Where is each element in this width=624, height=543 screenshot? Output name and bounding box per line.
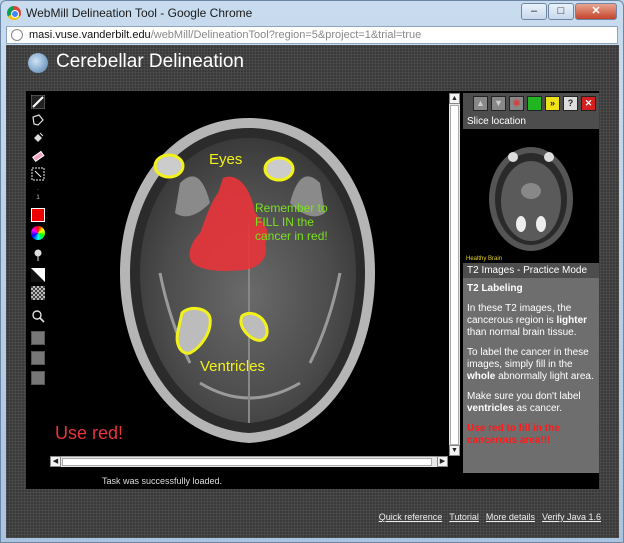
next-button[interactable]: » — [545, 96, 560, 111]
disabled-tool-3-icon[interactable] — [31, 371, 45, 385]
eraser-icon[interactable] — [31, 149, 45, 163]
remember-line-3: cancer in red! — [255, 229, 328, 243]
more-details-link[interactable]: More details — [486, 512, 535, 522]
scroll-right-button[interactable]: ▶ — [437, 456, 448, 467]
brush-dot: · — [37, 187, 39, 193]
right-panel: ▲ ▼ ✱ » ? ✕ Slice location Healthy Brain… — [463, 93, 599, 473]
p2-text-b: abnormally light area. — [495, 371, 594, 382]
quick-reference-link[interactable]: Quick reference — [379, 512, 443, 522]
brush-size-indicator[interactable]: · 1 — [31, 186, 45, 204]
fill-bucket-icon[interactable] — [31, 131, 45, 145]
p1-bold: lighter — [556, 315, 588, 326]
close-window-button[interactable]: ✕ — [575, 3, 617, 20]
p2-text-a: To label the cancer in these images, sim… — [467, 347, 589, 370]
zoom-icon[interactable] — [31, 309, 45, 323]
address-bar[interactable]: masi.vuse.vanderbilt.edu/webMill/Delinea… — [6, 26, 618, 44]
use-red-label: Use red! — [55, 423, 123, 443]
disabled-tool-2-icon[interactable] — [31, 351, 45, 365]
p3-bold: ventricles — [467, 403, 514, 414]
slice-up-button[interactable]: ▲ — [473, 96, 488, 111]
current-color-swatch[interactable] — [31, 208, 45, 222]
slice-location-thumbnail[interactable]: Healthy Brain — [463, 129, 599, 263]
mark-slice-button[interactable]: ✱ — [509, 96, 524, 111]
scroll-up-button[interactable]: ▲ — [449, 93, 460, 104]
horizontal-scroll-thumb[interactable] — [62, 458, 432, 466]
p3-text-a: Make sure you don't label — [467, 391, 581, 402]
instructions-heading: T2 Labeling — [467, 283, 523, 294]
instruction-paragraph-1: In these T2 images, the cancerous region… — [467, 303, 595, 339]
p3-text-b: as cancer. — [513, 403, 563, 414]
mode-label: T2 Images - Practice Mode — [467, 265, 588, 276]
delineation-workspace: · 1 Eyes Remember to FILL IN the cancer … — [26, 91, 599, 473]
status-bar: Task was successfully loaded. — [26, 473, 599, 489]
contrast-icon[interactable] — [31, 268, 45, 282]
status-message: Task was successfully loaded. — [102, 476, 223, 486]
minimize-button[interactable]: – — [521, 3, 547, 20]
url-host: masi.vuse.vanderbilt.edu — [29, 29, 151, 41]
pencil-tool-icon[interactable] — [31, 95, 45, 109]
p2-bold: whole — [467, 371, 496, 382]
footer-links: Quick reference Tutorial More details Ve… — [379, 512, 601, 522]
scroll-left-button[interactable]: ◀ — [50, 456, 61, 467]
save-green-button[interactable] — [527, 96, 542, 111]
remember-line-1: Remember to — [255, 201, 328, 215]
panel-button-row: ▲ ▼ ✱ » ? ✕ — [473, 96, 596, 111]
app-logo-icon — [28, 53, 48, 73]
transparency-icon[interactable] — [31, 286, 45, 300]
p1-text-b: than normal brain tissue. — [467, 327, 577, 338]
chrome-logo-icon — [7, 6, 21, 20]
maximize-button[interactable]: □ — [548, 3, 574, 20]
title-bar: WebMill Delineation Tool - Google Chrome… — [1, 1, 623, 25]
scroll-down-button[interactable]: ▼ — [449, 445, 460, 456]
red-fill-warning: Use red to fill in the cancerous area!!! — [467, 423, 560, 446]
page-content: Cerebellar Delineation · 1 Eyes Remember… — [6, 45, 619, 538]
vertical-scroll-thumb[interactable] — [450, 105, 459, 445]
url-text[interactable]: masi.vuse.vanderbilt.edu/webMill/Delinea… — [29, 29, 421, 41]
url-path: /webMill/DelineationTool?region=5&projec… — [150, 29, 422, 41]
mri-scan: Eyes Remember to FILL IN the cancer in r… — [55, 118, 375, 443]
mri-image-canvas[interactable]: Eyes Remember to FILL IN the cancer in r… — [50, 93, 448, 456]
brush-size-value: 1 — [36, 195, 40, 201]
lasso-tool-icon[interactable] — [31, 113, 45, 127]
ventricles-label: Ventricles — [200, 358, 265, 375]
region-select-icon[interactable] — [31, 167, 45, 181]
slice-down-button[interactable]: ▼ — [491, 96, 506, 111]
thumbnail-caption: Healthy Brain — [466, 256, 503, 262]
help-button[interactable]: ? — [563, 96, 578, 111]
disabled-tool-1-icon[interactable] — [31, 331, 45, 345]
vertical-scrollbar[interactable]: ▲ ▼ — [449, 93, 460, 456]
remember-line-2: FILL IN the — [255, 215, 314, 229]
page-icon — [11, 29, 23, 41]
app-title: Cerebellar Delineation — [56, 51, 244, 72]
color-wheel-icon[interactable] — [31, 226, 45, 240]
eyes-label: Eyes — [209, 151, 242, 168]
slice-location-label: Slice location — [467, 116, 526, 127]
instruction-paragraph-3: Make sure you don't label ventricles as … — [467, 391, 595, 415]
window-title: WebMill Delineation Tool - Google Chrome — [26, 6, 253, 20]
pin-icon[interactable] — [31, 248, 45, 262]
verify-java-link[interactable]: Verify Java 1.6 — [542, 512, 601, 522]
thumbnail-brain — [489, 147, 573, 251]
close-task-button[interactable]: ✕ — [581, 96, 596, 111]
window-controls: – □ ✕ — [521, 3, 617, 20]
browser-window: WebMill Delineation Tool - Google Chrome… — [0, 0, 624, 543]
tutorial-link[interactable]: Tutorial — [449, 512, 479, 522]
horizontal-scrollbar[interactable]: ◀ ▶ — [50, 456, 448, 467]
instruction-paragraph-2: To label the cancer in these images, sim… — [467, 347, 595, 383]
instructions-box: T2 Labeling In these T2 images, the canc… — [463, 278, 599, 473]
